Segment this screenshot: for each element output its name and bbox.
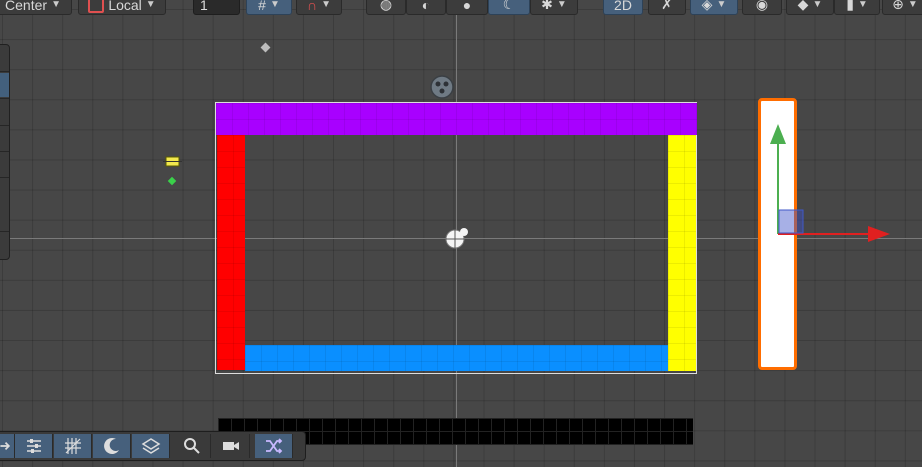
overlay-tool-lighting[interactable] (93, 434, 131, 458)
wall-left[interactable] (217, 135, 245, 370)
tools-overlay-selected-item[interactable] (0, 73, 9, 97)
overlay-tool-shuffle[interactable] (255, 434, 293, 458)
grid-increment-input[interactable] (193, 0, 240, 15)
shading-unlit-button[interactable]: ☾ (488, 0, 530, 15)
divider (0, 125, 9, 126)
layers-icon: ◈ (701, 0, 713, 12)
increment-snap-dropdown[interactable]: ∩ ▼ (296, 0, 342, 15)
camera-settings-dropdown[interactable]: ▮ ▼ (834, 0, 880, 15)
shading-shaded-button[interactable]: ● (446, 0, 488, 15)
arrow-right-icon (0, 441, 11, 451)
gizmos-layers-dropdown[interactable]: ◆ ▼ (786, 0, 834, 15)
wall-right[interactable] (668, 135, 696, 371)
overlay-tool-layers[interactable] (132, 434, 170, 458)
moon-icon (103, 437, 119, 454)
divider (0, 177, 9, 178)
sliders-icon (26, 439, 41, 453)
tools-overlay-panel[interactable] (0, 44, 10, 260)
divider (0, 231, 9, 232)
pivot-mode-label: Center (5, 0, 48, 13)
grid-snap-dropdown[interactable]: # ▼ (246, 0, 292, 15)
moon-icon: ☾ (502, 0, 516, 12)
grid-snap-icon: # (258, 0, 266, 13)
overlay-tool-arrow[interactable] (0, 434, 15, 458)
overlay-tool-camera[interactable] (212, 434, 250, 458)
divider (0, 151, 9, 152)
shaded-wireframe-sphere-icon: ◐ (421, 0, 431, 13)
scene-visibility-button[interactable]: ◉ (742, 0, 782, 15)
shaded-sphere-icon: ● (462, 0, 472, 13)
chevron-down-icon: ▼ (269, 0, 280, 10)
chevron-down-icon: ▼ (907, 0, 918, 10)
gizmo-sphere-icon: ⊕ (892, 0, 904, 12)
pivot-mode-dropdown[interactable]: Center ▼ (0, 0, 72, 15)
pivot-rotation-dropdown[interactable]: Local ▼ (78, 0, 166, 15)
toggle-2d-label: 2D (614, 0, 632, 13)
chevron-down-icon: ▼ (716, 0, 727, 10)
grid-hatch-icon (64, 438, 81, 454)
chevron-down-icon: ▼ (556, 0, 567, 10)
lighting-icon: ✗ (661, 0, 673, 12)
bug-icon: ✱ (541, 0, 553, 12)
wall-top[interactable] (216, 103, 697, 135)
pivot-rotation-label: Local (108, 0, 142, 13)
overlay-tool-search[interactable] (173, 434, 211, 458)
scene-toolbar: Center ▼ Local ▼ # ▼ ∩ ▼ ◍ ◐ ● ☾ ✱ ▼ 2D … (0, 0, 922, 17)
chevron-down-icon: ▼ (321, 0, 331, 10)
divider (0, 98, 9, 99)
debug-draw-mode-dropdown[interactable]: ✱ ▼ (530, 0, 578, 15)
gizmos-dropdown[interactable]: ⊕ ▼ (882, 0, 922, 15)
chevron-down-icon: ▼ (812, 0, 823, 10)
stack-icon: ◆ (797, 0, 809, 12)
overlay-tool-grid[interactable] (54, 434, 92, 458)
lighting-toggle-button[interactable]: ✗ (648, 0, 686, 15)
chevron-down-icon: ▼ (145, 0, 156, 10)
shading-wireframe-button[interactable]: ◍ (366, 0, 406, 15)
overlay-tool-sliders[interactable] (15, 434, 53, 458)
search-icon (183, 438, 200, 454)
toggle-2d-button[interactable]: 2D (603, 0, 643, 15)
divider (0, 71, 9, 72)
eye-icon: ◉ (755, 0, 769, 12)
layers-icon (141, 438, 160, 454)
chevron-down-icon: ▼ (51, 0, 61, 10)
local-cube-icon (88, 0, 105, 13)
magnet-icon: ∩ (307, 0, 318, 13)
wireframe-sphere-icon: ◍ (379, 0, 393, 12)
level-bounds-frame[interactable] (215, 102, 697, 374)
scene-effects-dropdown[interactable]: ◈ ▼ (690, 0, 738, 15)
wall-bottom[interactable] (245, 345, 668, 371)
shading-shaded-wireframe-button[interactable]: ◐ (406, 0, 446, 15)
camera-icon (222, 442, 239, 450)
chevron-down-icon: ▼ (857, 0, 868, 10)
selected-paddle[interactable] (758, 98, 797, 370)
camera-settings-icon: ▮ (846, 0, 854, 12)
scene-overlay-toolbar (0, 431, 306, 461)
shuffle-icon (265, 438, 282, 454)
